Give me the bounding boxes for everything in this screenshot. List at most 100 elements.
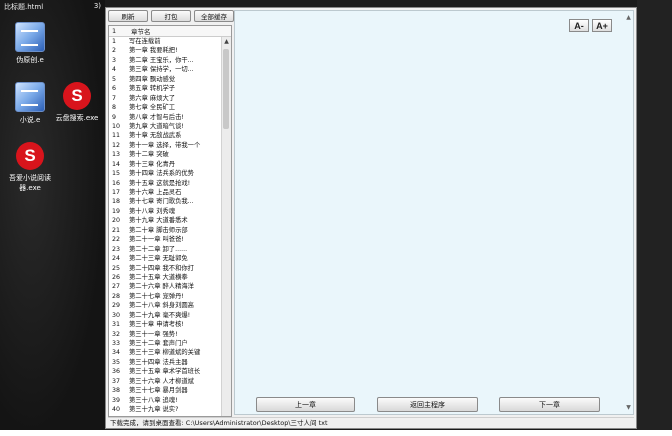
chapter-title: 第九章 大道暗气谈! [129, 122, 184, 130]
chapter-row[interactable]: 21 第二十章 脚击师示部 [109, 226, 222, 235]
refresh-button[interactable]: 刷新 [108, 10, 148, 22]
chapter-number: 1 [112, 38, 117, 45]
prev-chapter-button[interactable]: 上一章 [256, 397, 355, 412]
chapter-row[interactable]: 16 第十五章 这就是抢戏! [109, 179, 222, 188]
chapter-row[interactable]: 40 第三十九章 说实? [109, 405, 222, 414]
scroll-up-icon[interactable]: ▲ [222, 37, 231, 46]
chapter-row[interactable]: 22 第二十一章 叫爸爸! [109, 235, 222, 244]
chapter-row[interactable]: 26 第二十五章 大道横拳 [109, 273, 222, 282]
chapter-row[interactable]: 32 第三十一章 强势! [109, 330, 222, 339]
chapter-title: 第三十五章 章术学首班长 [129, 368, 201, 376]
chapter-number: 21 [112, 226, 121, 234]
chapter-number: 36 [112, 368, 121, 376]
chapter-row[interactable]: 13 第十二章 突破 [109, 150, 222, 159]
chapter-list[interactable]: 1 章节名 1 写在连载前 2 第一章 我要耗把! 3 第二章 王宝乐，你干... 4 第三章… [108, 25, 232, 417]
chapter-row[interactable]: 9 第八章 才智与后击! [109, 113, 222, 122]
chapter-rows: 1 写在连载前 2 第一章 我要耗把! 3 第二章 王宝乐，你干... 4 第三章 保持学，一… [109, 37, 222, 416]
chapter-title: 第二章 王宝乐，你干... [129, 56, 194, 64]
desktop-icon-reader[interactable]: 吾爱小说阅读器.exe [6, 142, 54, 193]
chapter-row[interactable]: 23 第二十二章 卸了...... [109, 245, 222, 254]
chapter-number: 33 [112, 340, 121, 347]
chapter-number: 27 [112, 283, 121, 291]
chapter-row[interactable]: 36 第三十五章 章术学首班长 [109, 367, 222, 376]
reading-pane-scrollbar[interactable]: ▲ ▼ [624, 11, 633, 414]
chapter-number: 39 [112, 396, 121, 404]
chapter-row[interactable]: 3 第二章 王宝乐，你干... [109, 56, 222, 65]
cache-all-button[interactable]: 全部缓存 [194, 10, 234, 22]
scroll-up-icon[interactable]: ▲ [624, 13, 633, 22]
chapter-row[interactable]: 14 第十三章 化青丹 [109, 160, 222, 169]
column-header-title[interactable]: 章节名 [131, 26, 231, 36]
chapter-row[interactable]: 33 第三十二章 套声门户 [109, 339, 222, 348]
reading-pane[interactable]: A- A+ 上一章 返回主程序 下一章 ▲ ▼ [234, 10, 634, 415]
chapter-row[interactable]: 1 写在连载前 [109, 37, 222, 46]
chapter-row[interactable]: 11 第十章 无敌战武系 [109, 131, 222, 140]
chapter-row[interactable]: 37 第三十六章 人才柳道斌 [109, 377, 222, 386]
chapter-title: 第二十章 脚击师示部 [129, 226, 188, 234]
chapter-row[interactable]: 10 第九章 大道暗气谈! [109, 122, 222, 131]
chapter-number: 31 [112, 321, 121, 329]
bottom-edge [0, 430, 672, 436]
chapter-number: 19 [112, 207, 121, 215]
chapter-row[interactable]: 31 第三十章 申请考核! [109, 320, 222, 329]
chapter-row[interactable]: 17 第十六章 上品灵石 [109, 188, 222, 197]
desktop-file-label[interactable]: 比标题.html [4, 2, 43, 12]
column-header-index[interactable]: 1 [109, 27, 131, 35]
chapter-title: 第三十九章 说实? [129, 406, 179, 414]
chapter-number: 40 [112, 406, 121, 414]
chapter-row[interactable]: 34 第三十三章 柳道斌的关键 [109, 348, 222, 357]
chapter-row[interactable]: 2 第一章 我要耗把! [109, 46, 222, 55]
chapter-row[interactable]: 28 第二十七章 宠弹丹! [109, 292, 222, 301]
chapter-row[interactable]: 20 第十九章 大道番悉术 [109, 216, 222, 225]
chapter-title: 第七章 全民矿工 [129, 104, 176, 112]
back-to-main-button[interactable]: 返回主程序 [377, 397, 478, 412]
scrollbar-thumb[interactable] [223, 49, 229, 129]
reader-window: 刷新 打包 全部缓存 1 章节名 1 写在连载前 2 第一章 我要耗把! 3 第二章 王宝… [105, 7, 637, 429]
chapter-row[interactable]: 7 第六章 麻烦大了 [109, 94, 222, 103]
font-decrease-button[interactable]: A- [569, 19, 589, 32]
desktop-top-strip: 比标题.html 3) [0, 0, 105, 14]
desktop-icon-label: 小说.e [19, 116, 41, 124]
chapter-row[interactable]: 8 第七章 全民矿工 [109, 103, 222, 112]
chapter-number: 37 [112, 377, 121, 385]
next-chapter-button[interactable]: 下一章 [499, 397, 600, 412]
chapter-title: 第三十六章 人才柳道斌 [129, 377, 194, 385]
chapter-number: 2 [112, 47, 117, 55]
chapter-list-header: 1 章节名 [109, 26, 231, 37]
desktop-icon-yunpan[interactable]: 云盘搜索.exe [53, 82, 101, 123]
chapter-number: 7 [112, 94, 117, 102]
chapter-title: 第十四章 法兵系的优势 [129, 170, 194, 178]
chapter-row[interactable]: 6 第五章 转机学子 [109, 84, 222, 93]
chapter-row[interactable]: 4 第三章 保持学，一切... [109, 65, 222, 74]
chapter-row[interactable]: 29 第二十八章 斜身刘圆高 [109, 301, 222, 310]
chapter-row[interactable]: 27 第二十六章 醉人精海洋 [109, 282, 222, 291]
chapter-number: 29 [112, 302, 121, 310]
chapter-number: 26 [112, 273, 121, 281]
chapter-title: 第三章 保持学，一切... [129, 66, 194, 74]
chapter-row[interactable]: 25 第二十四章 我不和你打 [109, 264, 222, 273]
chapter-row[interactable]: 39 第三十八章 追魂! [109, 396, 222, 405]
chapter-title: 第五章 转机学子 [129, 85, 176, 93]
chapter-row[interactable]: 18 第十七章 寄门歌负我... [109, 197, 222, 206]
chapter-row[interactable]: 19 第十八章 刘秀魂 [109, 207, 222, 216]
desktop-icon-xiaoshuo[interactable]: 小说.e [6, 82, 54, 125]
desktop-icon-label: 伪原创.e [16, 56, 44, 64]
chapter-row[interactable]: 38 第三十七章 暴月剑器 [109, 386, 222, 395]
chapter-number: 4 [112, 66, 117, 74]
chapter-title: 第三十三章 柳道斌的关键 [129, 349, 201, 357]
scroll-down-icon[interactable]: ▼ [624, 403, 633, 412]
package-button[interactable]: 打包 [151, 10, 191, 22]
chapter-row[interactable]: 15 第十四章 法兵系的优势 [109, 169, 222, 178]
desktop-icon-weiyuanchuang[interactable]: 伪原创.e [6, 22, 54, 65]
chapter-row[interactable]: 24 第二十三章 无耻郭免 [109, 254, 222, 263]
chapter-title: 第三十章 申请考核! [129, 321, 184, 329]
chapter-list-scrollbar[interactable]: ▲ [221, 37, 231, 416]
chapter-row[interactable]: 12 第十一章 选择，带我一个 [109, 141, 222, 150]
chapter-number: 24 [112, 255, 121, 263]
chapter-title: 第二十六章 醉人精海洋 [129, 283, 194, 291]
chapter-row[interactable]: 30 第二十九章 毫不爽爆! [109, 311, 222, 320]
chapter-number: 10 [112, 122, 121, 130]
chapter-row[interactable]: 5 第四章 飘动感觉 [109, 75, 222, 84]
font-increase-button[interactable]: A+ [592, 19, 612, 32]
chapter-row[interactable]: 35 第三十四章 法兵主器 [109, 358, 222, 367]
